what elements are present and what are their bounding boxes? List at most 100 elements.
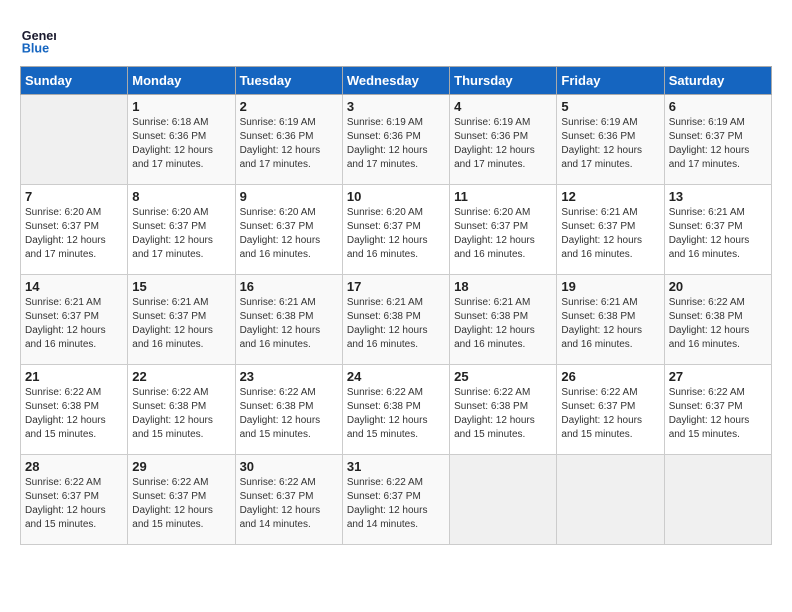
- day-info: Sunrise: 6:22 AM Sunset: 6:37 PM Dayligh…: [240, 476, 338, 532]
- day-info: Sunrise: 6:22 AM Sunset: 6:38 PM Dayligh…: [347, 386, 445, 442]
- day-number: 3: [347, 99, 445, 114]
- day-number: 1: [132, 99, 230, 114]
- day-number: 10: [347, 189, 445, 204]
- calendar-week-row: 28 Sunrise: 6:22 AM Sunset: 6:37 PM Dayli…: [21, 455, 772, 545]
- day-info: Sunrise: 6:22 AM Sunset: 6:38 PM Dayligh…: [454, 386, 552, 442]
- day-info: Sunrise: 6:19 AM Sunset: 6:36 PM Dayligh…: [561, 116, 659, 172]
- day-info: Sunrise: 6:22 AM Sunset: 6:37 PM Dayligh…: [25, 476, 123, 532]
- day-number: 20: [669, 279, 767, 294]
- calendar-header-row: SundayMondayTuesdayWednesdayThursdayFrid…: [21, 67, 772, 95]
- calendar-cell: 21 Sunrise: 6:22 AM Sunset: 6:38 PM Dayli…: [21, 365, 128, 455]
- day-of-week-header: Tuesday: [235, 67, 342, 95]
- day-info: Sunrise: 6:19 AM Sunset: 6:36 PM Dayligh…: [240, 116, 338, 172]
- calendar-cell: 4 Sunrise: 6:19 AM Sunset: 6:36 PM Daylig…: [450, 95, 557, 185]
- day-number: 22: [132, 369, 230, 384]
- day-of-week-header: Thursday: [450, 67, 557, 95]
- day-info: Sunrise: 6:21 AM Sunset: 6:37 PM Dayligh…: [669, 206, 767, 262]
- calendar-cell: 30 Sunrise: 6:22 AM Sunset: 6:37 PM Dayli…: [235, 455, 342, 545]
- day-info: Sunrise: 6:22 AM Sunset: 6:38 PM Dayligh…: [25, 386, 123, 442]
- day-info: Sunrise: 6:21 AM Sunset: 6:37 PM Dayligh…: [25, 296, 123, 352]
- calendar-cell: [664, 455, 771, 545]
- calendar-cell: 22 Sunrise: 6:22 AM Sunset: 6:38 PM Dayli…: [128, 365, 235, 455]
- calendar-week-row: 21 Sunrise: 6:22 AM Sunset: 6:38 PM Dayli…: [21, 365, 772, 455]
- day-number: 4: [454, 99, 552, 114]
- day-info: Sunrise: 6:21 AM Sunset: 6:38 PM Dayligh…: [240, 296, 338, 352]
- calendar-cell: 24 Sunrise: 6:22 AM Sunset: 6:38 PM Dayli…: [342, 365, 449, 455]
- day-number: 9: [240, 189, 338, 204]
- calendar-cell: 20Sunrise: 6:22 AM Sunset: 6:38 PM Dayli…: [664, 275, 771, 365]
- calendar-cell: 7Sunrise: 6:20 AM Sunset: 6:37 PM Daylig…: [21, 185, 128, 275]
- calendar-cell: 29 Sunrise: 6:22 AM Sunset: 6:37 PM Dayli…: [128, 455, 235, 545]
- day-number: 31: [347, 459, 445, 474]
- day-of-week-header: Wednesday: [342, 67, 449, 95]
- day-info: Sunrise: 6:21 AM Sunset: 6:37 PM Dayligh…: [132, 296, 230, 352]
- day-info: Sunrise: 6:20 AM Sunset: 6:37 PM Dayligh…: [240, 206, 338, 262]
- day-number: 27: [669, 369, 767, 384]
- day-number: 24: [347, 369, 445, 384]
- day-info: Sunrise: 6:20 AM Sunset: 6:37 PM Dayligh…: [347, 206, 445, 262]
- calendar-cell: [21, 95, 128, 185]
- svg-text:Blue: Blue: [22, 41, 49, 55]
- day-of-week-header: Friday: [557, 67, 664, 95]
- day-number: 8: [132, 189, 230, 204]
- logo-icon: General Blue: [20, 20, 56, 56]
- calendar-cell: 8 Sunrise: 6:20 AM Sunset: 6:37 PM Daylig…: [128, 185, 235, 275]
- calendar-cell: 14 Sunrise: 6:21 AM Sunset: 6:37 PM Dayli…: [21, 275, 128, 365]
- day-number: 2: [240, 99, 338, 114]
- day-number: 17: [347, 279, 445, 294]
- day-number: 6: [669, 99, 767, 114]
- calendar-cell: 2 Sunrise: 6:19 AM Sunset: 6:36 PM Daylig…: [235, 95, 342, 185]
- day-info: Sunrise: 6:20 AM Sunset: 6:37 PM Dayligh…: [454, 206, 552, 262]
- day-number: 7: [25, 189, 123, 204]
- calendar-cell: 6 Sunrise: 6:19 AM Sunset: 6:37 PM Daylig…: [664, 95, 771, 185]
- day-info: Sunrise: 6:22 AM Sunset: 6:38 PM Dayligh…: [240, 386, 338, 442]
- day-number: 19: [561, 279, 659, 294]
- day-number: 26: [561, 369, 659, 384]
- calendar-cell: 15 Sunrise: 6:21 AM Sunset: 6:37 PM Dayli…: [128, 275, 235, 365]
- day-info: Sunrise: 6:21 AM Sunset: 6:38 PM Dayligh…: [561, 296, 659, 352]
- calendar-cell: 31 Sunrise: 6:22 AM Sunset: 6:37 PM Dayli…: [342, 455, 449, 545]
- calendar-cell: 27 Sunrise: 6:22 AM Sunset: 6:37 PM Dayli…: [664, 365, 771, 455]
- day-info: Sunrise: 6:21 AM Sunset: 6:38 PM Dayligh…: [347, 296, 445, 352]
- logo: General Blue: [20, 20, 60, 56]
- calendar-cell: 17 Sunrise: 6:21 AM Sunset: 6:38 PM Dayli…: [342, 275, 449, 365]
- calendar-cell: 5 Sunrise: 6:19 AM Sunset: 6:36 PM Daylig…: [557, 95, 664, 185]
- day-number: 29: [132, 459, 230, 474]
- day-number: 13: [669, 189, 767, 204]
- day-info: Sunrise: 6:22 AM Sunset: 6:37 PM Dayligh…: [347, 476, 445, 532]
- day-number: 21: [25, 369, 123, 384]
- day-info: Sunrise: 6:22 AM Sunset: 6:37 PM Dayligh…: [132, 476, 230, 532]
- day-number: 14: [25, 279, 123, 294]
- calendar-cell: 18 Sunrise: 6:21 AM Sunset: 6:38 PM Dayli…: [450, 275, 557, 365]
- day-number: 18: [454, 279, 552, 294]
- day-info: Sunrise: 6:19 AM Sunset: 6:37 PM Dayligh…: [669, 116, 767, 172]
- calendar-cell: 19 Sunrise: 6:21 AM Sunset: 6:38 PM Dayli…: [557, 275, 664, 365]
- day-info: Sunrise: 6:20 AM Sunset: 6:37 PM Dayligh…: [132, 206, 230, 262]
- day-info: Sunrise: 6:18 AM Sunset: 6:36 PM Dayligh…: [132, 116, 230, 172]
- day-info: Sunrise: 6:19 AM Sunset: 6:36 PM Dayligh…: [347, 116, 445, 172]
- day-number: 30: [240, 459, 338, 474]
- day-info: Sunrise: 6:21 AM Sunset: 6:38 PM Dayligh…: [454, 296, 552, 352]
- calendar-cell: 11Sunrise: 6:20 AM Sunset: 6:37 PM Dayli…: [450, 185, 557, 275]
- calendar-cell: 23Sunrise: 6:22 AM Sunset: 6:38 PM Dayli…: [235, 365, 342, 455]
- day-info: Sunrise: 6:22 AM Sunset: 6:37 PM Dayligh…: [669, 386, 767, 442]
- calendar-cell: 28 Sunrise: 6:22 AM Sunset: 6:37 PM Dayli…: [21, 455, 128, 545]
- day-number: 15: [132, 279, 230, 294]
- calendar-cell: 12Sunrise: 6:21 AM Sunset: 6:37 PM Dayli…: [557, 185, 664, 275]
- day-number: 25: [454, 369, 552, 384]
- calendar-week-row: 14 Sunrise: 6:21 AM Sunset: 6:37 PM Dayli…: [21, 275, 772, 365]
- day-number: 28: [25, 459, 123, 474]
- day-of-week-header: Monday: [128, 67, 235, 95]
- calendar-cell: 16 Sunrise: 6:21 AM Sunset: 6:38 PM Dayli…: [235, 275, 342, 365]
- calendar-cell: 9 Sunrise: 6:20 AM Sunset: 6:37 PM Daylig…: [235, 185, 342, 275]
- day-info: Sunrise: 6:19 AM Sunset: 6:36 PM Dayligh…: [454, 116, 552, 172]
- calendar-week-row: 1 Sunrise: 6:18 AM Sunset: 6:36 PM Daylig…: [21, 95, 772, 185]
- calendar-table: SundayMondayTuesdayWednesdayThursdayFrid…: [20, 66, 772, 545]
- day-number: 16: [240, 279, 338, 294]
- calendar-cell: [557, 455, 664, 545]
- day-number: 5: [561, 99, 659, 114]
- day-info: Sunrise: 6:22 AM Sunset: 6:38 PM Dayligh…: [132, 386, 230, 442]
- calendar-cell: 3 Sunrise: 6:19 AM Sunset: 6:36 PM Daylig…: [342, 95, 449, 185]
- calendar-cell: 10 Sunrise: 6:20 AM Sunset: 6:37 PM Dayli…: [342, 185, 449, 275]
- day-info: Sunrise: 6:21 AM Sunset: 6:37 PM Dayligh…: [561, 206, 659, 262]
